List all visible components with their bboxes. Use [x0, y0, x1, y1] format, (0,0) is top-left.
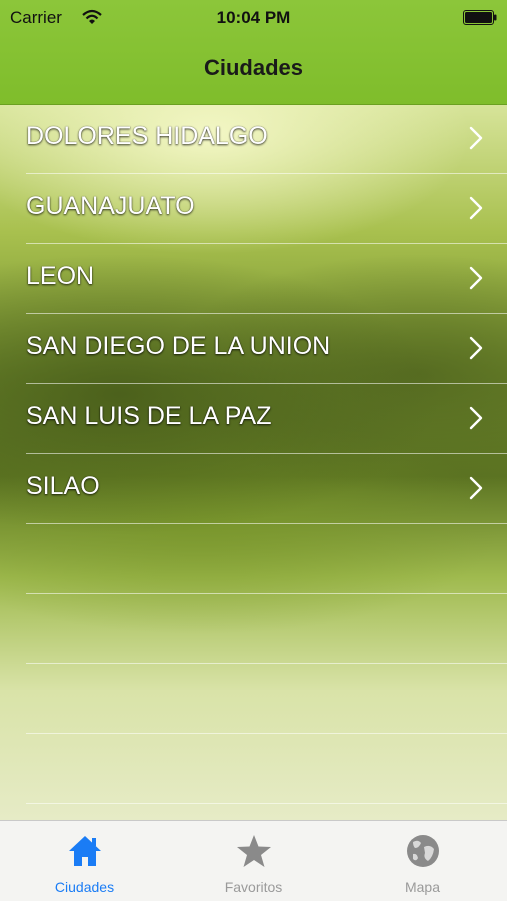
city-list: DOLORES HIDALGO GUANAJUATO LEON SAN DIEG… [0, 104, 507, 804]
city-row-san-luis-de-la-paz[interactable]: SAN LUIS DE LA PAZ [26, 384, 507, 454]
chevron-right-icon [469, 406, 483, 430]
empty-row [26, 734, 507, 804]
tab-label: Ciudades [54, 879, 115, 895]
city-label: SAN LUIS DE LA PAZ [26, 402, 272, 430]
chevron-right-icon [469, 476, 483, 500]
city-label: GUANAJUATO [26, 192, 195, 220]
status-time: 10:04 PM [216, 8, 291, 27]
chevron-right-icon [469, 126, 483, 150]
home-icon [68, 836, 101, 866]
chevron-right-icon [469, 266, 483, 290]
city-row-silao[interactable]: SILAO [26, 454, 507, 524]
city-row-leon[interactable]: LEON [26, 244, 507, 314]
empty-row [26, 524, 507, 594]
chevron-right-icon [469, 336, 483, 360]
chevron-right-icon [469, 196, 483, 220]
tab-label: Favoritos [224, 879, 283, 895]
city-row-san-diego-de-la-union[interactable]: SAN DIEGO DE LA UNION [26, 314, 507, 384]
battery-icon [463, 10, 497, 25]
page-title: Ciudades [203, 55, 304, 80]
city-row-dolores-hidalgo[interactable]: DOLORES HIDALGO [26, 104, 507, 174]
tab-favoritos[interactable]: Favoritos [169, 821, 338, 901]
city-label: LEON [26, 262, 95, 290]
tab-bar: Ciudades Favoritos Mapa [0, 820, 507, 901]
star-icon [236, 835, 271, 867]
empty-row [26, 594, 507, 664]
city-label: DOLORES HIDALGO [26, 122, 268, 150]
city-label: SILAO [26, 472, 100, 500]
tab-ciudades[interactable]: Ciudades [0, 821, 169, 901]
empty-row [26, 664, 507, 734]
status-bar: Carrier 10:04 PM [0, 0, 507, 36]
navigation-bar: Carrier 10:04 PM Ciudades [0, 0, 507, 105]
tab-mapa[interactable]: Mapa [338, 821, 507, 901]
tab-label: Mapa [404, 879, 441, 895]
city-row-guanajuato[interactable]: GUANAJUATO [26, 174, 507, 244]
city-label: SAN DIEGO DE LA UNION [26, 332, 331, 360]
globe-icon [406, 835, 439, 867]
